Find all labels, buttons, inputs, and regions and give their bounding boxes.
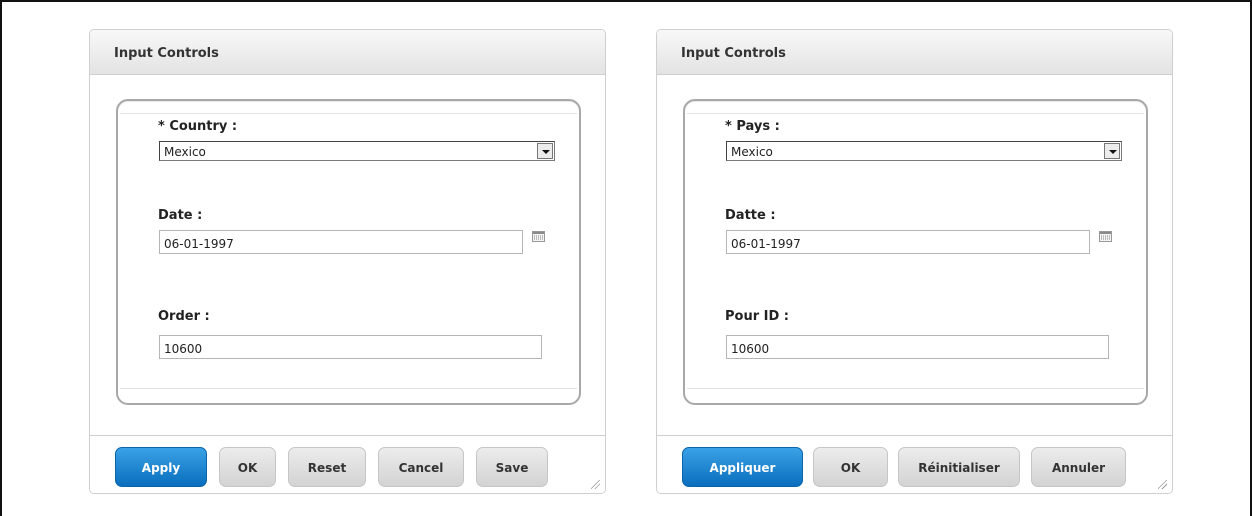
country-select[interactable]: Mexico <box>159 141 555 161</box>
chevron-down-icon[interactable] <box>537 143 553 159</box>
page-frame-left <box>0 0 2 516</box>
divider <box>120 388 577 389</box>
resize-grip-icon[interactable] <box>591 480 600 489</box>
divider <box>687 388 1144 389</box>
country-label: * Pays : <box>725 119 780 134</box>
cancel-button[interactable]: Cancel <box>378 447 464 487</box>
date-input[interactable] <box>159 230 523 254</box>
divider <box>687 113 1144 114</box>
page-frame-top <box>0 0 1252 2</box>
reset-button[interactable]: Reset <box>288 447 366 487</box>
panel-header: Input Controls <box>90 30 605 75</box>
panel-header: Input Controls <box>657 30 1172 75</box>
calendar-icon[interactable] <box>532 231 545 242</box>
order-label: Pour ID : <box>725 309 790 324</box>
resize-grip-icon[interactable] <box>1158 480 1167 489</box>
panel-title: Input Controls <box>114 46 219 61</box>
divider <box>120 113 577 114</box>
ok-button[interactable]: OK <box>813 447 888 487</box>
date-label: Datte : <box>725 208 776 223</box>
cancel-button[interactable]: Annuler <box>1031 447 1126 487</box>
apply-button[interactable]: Apply <box>115 447 207 487</box>
chevron-down-icon[interactable] <box>1104 143 1120 159</box>
ok-button[interactable]: OK <box>219 447 276 487</box>
apply-button[interactable]: Appliquer <box>682 447 803 487</box>
input-controls-panel-en: Input Controls * Country : Mexico Date :… <box>89 29 606 494</box>
order-input[interactable] <box>726 335 1109 359</box>
input-controls-panel-fr: Input Controls * Pays : Mexico Datte : P… <box>656 29 1173 494</box>
date-input[interactable] <box>726 230 1090 254</box>
reset-button[interactable]: Réinitialiser <box>898 447 1020 487</box>
country-select-value: Mexico <box>731 145 773 159</box>
controls-container: * Country : Mexico Date : Order : <box>116 99 581 405</box>
panel-footer: Appliquer OK Réinitialiser Annuler <box>657 435 1172 493</box>
order-input[interactable] <box>159 335 542 359</box>
panel-footer: Apply OK Reset Cancel Save <box>90 435 605 493</box>
save-button[interactable]: Save <box>476 447 548 487</box>
controls-container: * Pays : Mexico Datte : Pour ID : <box>683 99 1148 405</box>
panel-title: Input Controls <box>681 46 786 61</box>
country-select-value: Mexico <box>164 145 206 159</box>
date-label: Date : <box>158 208 203 223</box>
order-label: Order : <box>158 309 210 324</box>
calendar-icon[interactable] <box>1099 231 1112 242</box>
country-select[interactable]: Mexico <box>726 141 1122 161</box>
country-label: * Country : <box>158 119 238 134</box>
